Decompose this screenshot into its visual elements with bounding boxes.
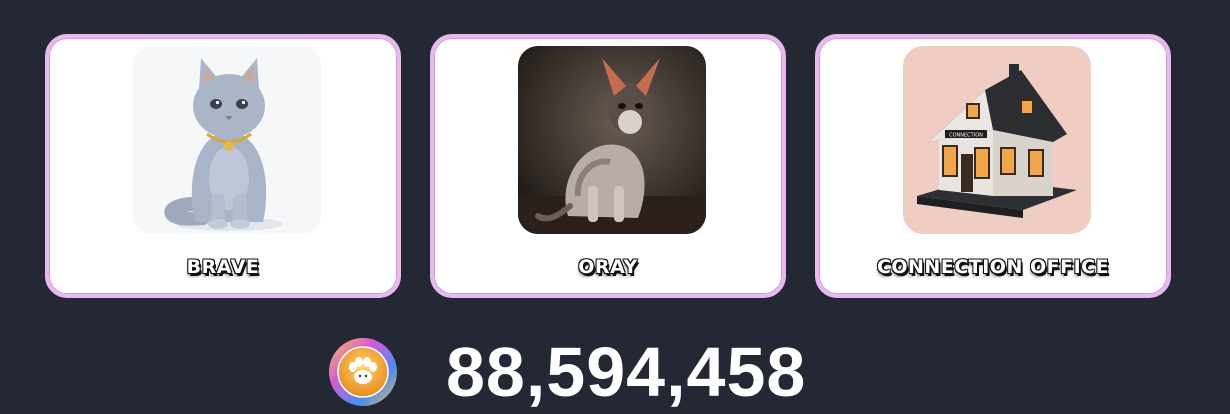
grey-cat-icon	[133, 46, 321, 234]
card-label: BRAVE	[186, 255, 260, 278]
balance-amount: 88,594,458	[446, 333, 807, 411]
card-connection-office[interactable]: CONNECTION CONNECTION OFFICE	[815, 34, 1171, 298]
house-icon: CONNECTION	[903, 46, 1091, 234]
sphynx-cat-icon	[518, 46, 706, 234]
card-label: ORAY	[578, 255, 638, 278]
svg-text:CONNECTION: CONNECTION	[949, 133, 983, 139]
card-brave[interactable]: BRAVE	[45, 34, 401, 298]
card-oray[interactable]: ORAY	[430, 34, 786, 298]
balance-display: 88,594,458	[328, 334, 806, 410]
card-label: CONNECTION OFFICE	[876, 255, 1110, 278]
cards-screen: BRAVE ORAY CONNECTION CONNECTION OFFICE …	[0, 0, 1230, 414]
paw-coin-icon	[328, 337, 398, 407]
